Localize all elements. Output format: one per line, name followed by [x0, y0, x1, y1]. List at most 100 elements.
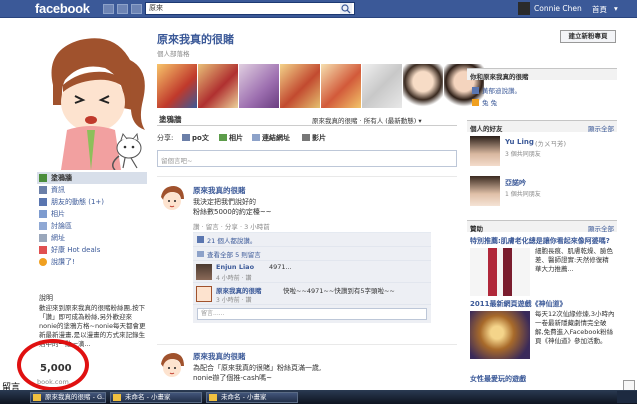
left-nav: 塗鴉牆 資訊 朋友的動態 (1+) 相片 討論區 網址 好康 Hot deals… [37, 172, 147, 268]
share-link-button[interactable]: 連結網址 [252, 133, 290, 143]
post-author-avatar[interactable] [157, 183, 187, 213]
post-author-name[interactable]: 原來我真的很賭 [193, 351, 246, 362]
share-photo-button[interactable]: 相片 [219, 133, 243, 143]
commenter-avatar[interactable] [196, 286, 212, 302]
video-icon [302, 134, 310, 141]
status-input[interactable]: 留個言吧~ [157, 150, 457, 167]
strip-photo[interactable] [198, 64, 238, 108]
wall-tabs: 塗鴉牆 原來我真的很賭 · 所有人 (最新動態) ▾ [157, 112, 457, 126]
friend-avatar[interactable] [470, 136, 500, 166]
commenter-name[interactable]: 原來我真的很賭 [216, 285, 262, 295]
comment: Enjun Liao 4971... 4 小時前 · 讚 [193, 261, 431, 283]
ad-image[interactable] [470, 248, 530, 296]
strip-photo[interactable] [321, 64, 361, 108]
nav-item-info[interactable]: 資訊 [37, 184, 147, 196]
post-author-avatar[interactable] [157, 350, 187, 380]
view-all-comments[interactable]: 查看全部 5 則留言 [193, 247, 431, 261]
friend-name[interactable]: Yu Ling [505, 138, 534, 146]
share-row: 分享: po文 相片 連結網址 影片 [157, 133, 457, 144]
mutual-like-item[interactable]: 兔 兔 [472, 97, 497, 107]
comment: 原來我真的很賭 快啦~~4971~~快讚到有5字頭啦~~ 3 小時前 · 讚 [193, 283, 431, 305]
friend-nickname: (ㄌㄨㄢ芳) [535, 140, 567, 148]
tab-wall[interactable]: 塗鴉牆 [159, 114, 182, 125]
page-title[interactable]: 原來我真的很賭 [157, 31, 234, 47]
top-bar: facebook 原來 Connie Chen 首頁 ▾ [0, 0, 637, 18]
sponsored-section-title: 贊助 顯示全部 [467, 220, 617, 233]
about-title: 說明 [39, 294, 53, 302]
strip-photo[interactable] [239, 64, 279, 108]
mutual-like-item[interactable]: 黃郁迪說讚。 [472, 85, 521, 95]
search-input[interactable]: 原來 [145, 2, 355, 15]
info-icon [39, 186, 47, 194]
photo-icon [219, 134, 227, 141]
wall-filter[interactable]: 原來我真的很賭 · 所有人 (最新動態) ▾ [312, 115, 422, 125]
friend-requests-icon[interactable] [103, 4, 114, 14]
share-post-button[interactable]: po文 [182, 133, 209, 143]
post-text: 為配合「原來我真的很賭」粉絲頁滿一歲, nonie辦了個推-cash嗎~ [193, 364, 322, 382]
search-icon[interactable] [340, 3, 352, 14]
see-all-ads-link[interactable]: 顯示全部 [588, 223, 614, 233]
strip-photo[interactable] [280, 64, 320, 108]
nav-item-discussions[interactable]: 討論區 [37, 220, 147, 232]
notifications-icon[interactable] [131, 4, 142, 14]
user-name-link[interactable]: Connie Chen [534, 4, 582, 13]
ad-title[interactable]: 女性最愛玩的遊戲 [470, 374, 526, 384]
divider [157, 344, 457, 345]
messages-icon[interactable] [117, 4, 128, 14]
nav-item-liked[interactable]: 說讚了! [37, 256, 147, 268]
paint-icon [209, 394, 217, 401]
ad-image[interactable] [470, 311, 530, 359]
taskbar-window-paint[interactable]: 未命名 - 小畫家 [110, 392, 202, 403]
thumbs-up-icon [197, 236, 204, 243]
link-icon [39, 234, 47, 242]
commenter-name[interactable]: Enjun Liao [216, 263, 254, 271]
taskbar-window-browser[interactable]: 原來我真的很賭 - G... [30, 392, 106, 403]
profile-picture[interactable] [35, 30, 150, 171]
nav-item-links[interactable]: 網址 [37, 232, 147, 244]
account-chevron-down-icon[interactable]: ▾ [614, 4, 618, 13]
post-author-name[interactable]: 原來我真的很賭 [193, 185, 246, 196]
post-meta[interactable]: 讚 · 留言 · 分享 · 3 小時前 [193, 221, 270, 231]
home-link[interactable]: 首頁 [592, 4, 607, 15]
comment-text: 快啦~~4971~~快讚到有5字頭啦~~ [283, 287, 395, 295]
hot-deals-icon [39, 246, 47, 254]
share-video-button[interactable]: 影片 [302, 133, 326, 143]
like-icon [472, 99, 479, 106]
ad-title[interactable]: 2011最新網頁遊戲《神仙道》 [470, 299, 566, 309]
facebook-logo[interactable]: facebook [35, 1, 90, 16]
create-page-button[interactable]: 建立新粉專頁 [560, 30, 616, 43]
ad-title[interactable]: 特別推薦:肌膚老化總是讓你看起來像阿婆嗎? [470, 236, 610, 246]
comment-input[interactable]: 留言...... [197, 308, 427, 320]
commenter-avatar[interactable] [196, 264, 212, 280]
mutual-friends-text[interactable]: 3 個共同朋友 [505, 149, 541, 158]
share-label: 分享: [157, 134, 174, 142]
page-category[interactable]: 個人部落格 [157, 48, 190, 58]
red-highlight-circle [17, 339, 89, 391]
taskbar-window-paint[interactable]: 未命名 - 小畫家 [206, 392, 298, 403]
link-icon [252, 134, 260, 141]
friend-icon [472, 87, 479, 94]
nav-item-wall[interactable]: 塗鴉牆 [37, 172, 147, 184]
user-avatar[interactable] [518, 2, 530, 15]
likes-row[interactable]: 21 個人都說讚。 [193, 233, 431, 247]
comment-icon [197, 250, 204, 257]
post-text: 我決定把我們說好的 粉絲數5000的約定檯~~ [193, 198, 272, 216]
nav-item-friend-activity[interactable]: 朋友的動態 (1+) [37, 196, 147, 208]
ad-text: 細胞長痕、肌膚乾燥、臉色差、醫師證實:天然修復精華大力推薦... [535, 247, 613, 273]
ad-text: 每天12次仙緣修煉,3小時內一卷最新隱藏劇情完全破解,免費進入Facebook粉… [535, 310, 615, 345]
nav-item-photos[interactable]: 相片 [37, 208, 147, 220]
nav-item-hot-deals[interactable]: 好康 Hot deals [37, 244, 147, 256]
os-taskbar: 原來我真的很賭 - G... 未命名 - 小畫家 未命名 - 小畫家 [0, 390, 637, 404]
strip-photo[interactable] [362, 64, 402, 108]
like-icon [39, 258, 47, 266]
strip-photo[interactable] [403, 64, 443, 108]
friends-section-title: 個人的好友 顯示全部 [467, 120, 617, 133]
friend-avatar[interactable] [470, 176, 500, 206]
post-feedback: 21 個人都說讚。 查看全部 5 則留言 Enjun Liao 4971... … [193, 232, 431, 323]
friend-name[interactable]: 亞諾吟 [505, 178, 526, 188]
paint-icon [113, 394, 121, 401]
system-tray[interactable] [617, 391, 637, 403]
see-all-friends-link[interactable]: 顯示全部 [588, 123, 614, 133]
mutual-friends-text[interactable]: 1 個共同朋友 [505, 189, 541, 198]
strip-photo[interactable] [157, 64, 197, 108]
